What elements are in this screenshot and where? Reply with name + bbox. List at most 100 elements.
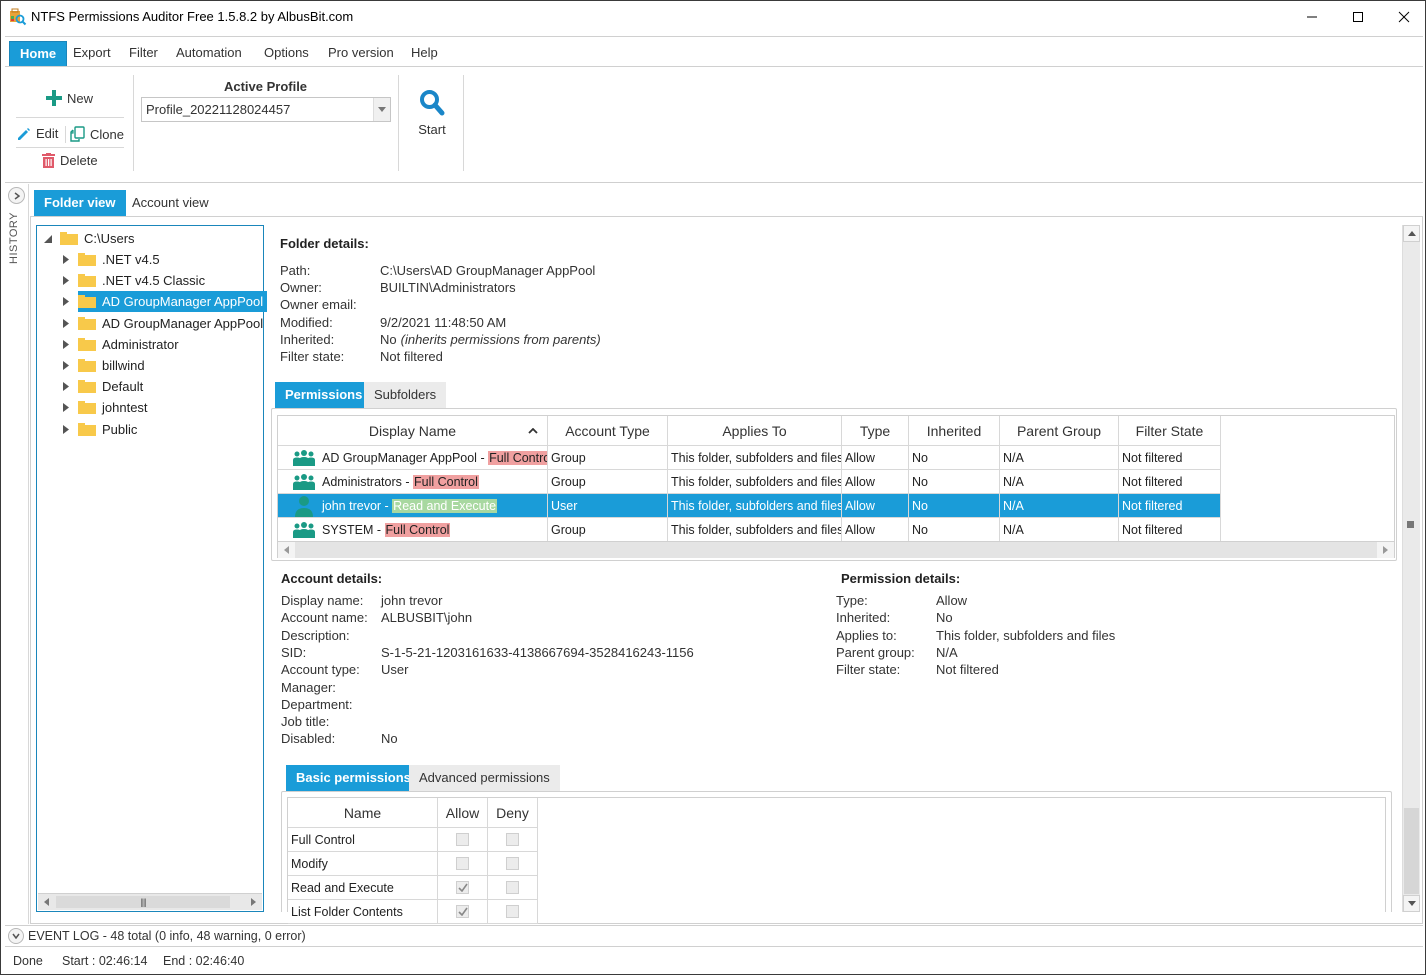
clone-profile-button[interactable]: Clone [70, 126, 124, 142]
expand-icon[interactable] [60, 423, 72, 435]
tab-folder-view[interactable]: Folder view [34, 190, 126, 216]
cell-deny [488, 852, 538, 876]
tree-node[interactable]: billwind [60, 355, 149, 376]
cell-account-type: Group [548, 446, 668, 470]
menu-pro-version[interactable]: Pro version [318, 41, 404, 67]
deny-checkbox[interactable] [506, 881, 519, 894]
column-header-parent-group[interactable]: Parent Group [1000, 416, 1119, 446]
scroll-left-button[interactable] [278, 542, 295, 558]
cell-account-type: User [548, 494, 668, 518]
chevron-down-icon [12, 933, 20, 939]
column-header-inherited[interactable]: Inherited [909, 416, 1000, 446]
tree-node[interactable]: Public [60, 419, 141, 440]
arrow-left-icon [284, 546, 289, 554]
tree-node[interactable]: .NET v4.5 [60, 249, 164, 270]
scrollbar-thumb[interactable] [1404, 808, 1419, 894]
minimize-button[interactable] [1289, 1, 1335, 32]
cell-applies-to: This folder, subfolders and files [668, 446, 842, 470]
tree-node[interactable]: Administrator [60, 334, 183, 355]
tab-advanced-permissions[interactable]: Advanced permissions [409, 765, 560, 791]
expand-icon[interactable] [60, 254, 72, 266]
allow-checkbox[interactable] [456, 905, 469, 918]
tree-node[interactable]: .NET v4.5 Classic [60, 270, 209, 291]
allow-checkbox[interactable] [456, 833, 469, 846]
edit-profile-button[interactable]: Edit [17, 126, 58, 141]
cell-deny [488, 876, 538, 900]
table-row[interactable]: Administrators - Full Control Group This f… [278, 470, 1221, 494]
expand-icon[interactable] [60, 360, 72, 372]
collapse-icon[interactable] [42, 233, 54, 245]
scroll-down-button[interactable] [1403, 895, 1420, 912]
permissions-grid[interactable]: Display Name Account Type Applies To Typ… [277, 415, 1395, 558]
details-vertical-scrollbar[interactable] [1402, 225, 1420, 912]
tab-subfolders[interactable]: Subfolders [364, 382, 447, 408]
table-row: Modify [288, 852, 538, 876]
detail-field: SID: S-1-5-21-1203161633-4138667694-35284… [281, 645, 694, 660]
tree-node-content: AD GroupManager AppPool [78, 291, 268, 313]
event-log-toggle[interactable] [8, 928, 24, 944]
column-header-account-type[interactable]: Account Type [548, 416, 668, 446]
deny-checkbox[interactable] [506, 905, 519, 918]
table-row: Full Control [288, 828, 538, 852]
active-profile-value: Profile_20221128024457 [146, 102, 291, 117]
account-name: AD GroupManager AppPool [322, 450, 477, 465]
deny-checkbox[interactable] [506, 833, 519, 846]
menu-options[interactable]: Options [254, 41, 319, 67]
expand-icon[interactable] [60, 338, 72, 350]
column-header-type[interactable]: Type [842, 416, 909, 446]
field-value: Allow [936, 593, 968, 608]
menu-home[interactable]: Home [9, 41, 68, 67]
scroll-up-button[interactable] [1403, 225, 1420, 242]
active-profile-dropdown[interactable]: Profile_20221128024457 [141, 97, 391, 122]
scroll-right-button[interactable] [1377, 542, 1394, 558]
table-row[interactable]: AD GroupManager AppPool - Full Control Gr… [278, 446, 1221, 470]
tree-node[interactable]: johntest [60, 397, 152, 418]
close-button[interactable] [1381, 1, 1426, 32]
menu-help[interactable]: Help [401, 41, 448, 67]
menu-filter[interactable]: Filter [119, 41, 168, 67]
expand-icon[interactable] [60, 317, 72, 329]
expand-icon[interactable] [60, 381, 72, 393]
tree-node[interactable]: AD GroupManager AppPool [60, 291, 268, 313]
tab-account-view[interactable]: Account view [122, 190, 219, 216]
folder-tree[interactable]: C:\Users .NET v4.5 .NET v4.5 Classic AD Gr… [36, 225, 268, 912]
menu-export[interactable]: Export [63, 41, 121, 67]
field-label: Job title: [281, 714, 330, 730]
menu-automation[interactable]: Automation [166, 41, 252, 67]
history-expand-button[interactable] [8, 187, 25, 204]
tab-basic-permissions[interactable]: Basic permissions [286, 765, 421, 791]
column-header-applies-to[interactable]: Applies To [668, 416, 842, 446]
scroll-right-button[interactable] [245, 894, 262, 910]
field-label: Display name: [281, 593, 364, 608]
tree-node-root[interactable]: C:\Users [42, 228, 137, 249]
tree-node-label: Default [102, 379, 144, 395]
cell-inherited: No [909, 518, 1000, 542]
start-label: Start [418, 122, 446, 137]
column-header-filter-state[interactable]: Filter State [1119, 416, 1221, 446]
start-scan-button[interactable]: Start [407, 89, 457, 144]
table-row[interactable]: john trevor - Read and Execute User This f… [278, 494, 1221, 518]
allow-checkbox[interactable] [456, 857, 469, 870]
delete-profile-button[interactable]: Delete [42, 153, 98, 168]
cell-account-type: Group [548, 470, 668, 494]
tree-node[interactable]: AD GroupManager AppPool [60, 313, 267, 334]
column-header-display-name[interactable]: Display Name [278, 416, 548, 446]
maximize-button[interactable] [1335, 1, 1381, 32]
expand-icon[interactable] [60, 402, 72, 414]
grid-horizontal-scrollbar[interactable] [278, 541, 1394, 558]
edit-label: Edit [36, 126, 59, 141]
history-label: HISTORY [8, 212, 20, 264]
expand-icon[interactable] [60, 275, 72, 287]
scroll-left-button[interactable] [38, 894, 55, 910]
tab-permissions[interactable]: Permissions [275, 382, 373, 408]
tree-horizontal-scrollbar[interactable]: |||| [38, 893, 262, 910]
expand-icon[interactable] [60, 296, 72, 308]
folder-icon [60, 232, 78, 245]
deny-checkbox[interactable] [506, 857, 519, 870]
table-row[interactable]: SYSTEM - Full Control Group This folder, s… [278, 518, 1221, 542]
allow-checkbox[interactable] [456, 881, 469, 894]
cell-inherited: No [909, 494, 1000, 518]
tree-node[interactable]: Default [60, 376, 147, 397]
scrollbar-thumb[interactable]: |||| [56, 896, 230, 908]
new-profile-button[interactable]: New [46, 90, 93, 106]
